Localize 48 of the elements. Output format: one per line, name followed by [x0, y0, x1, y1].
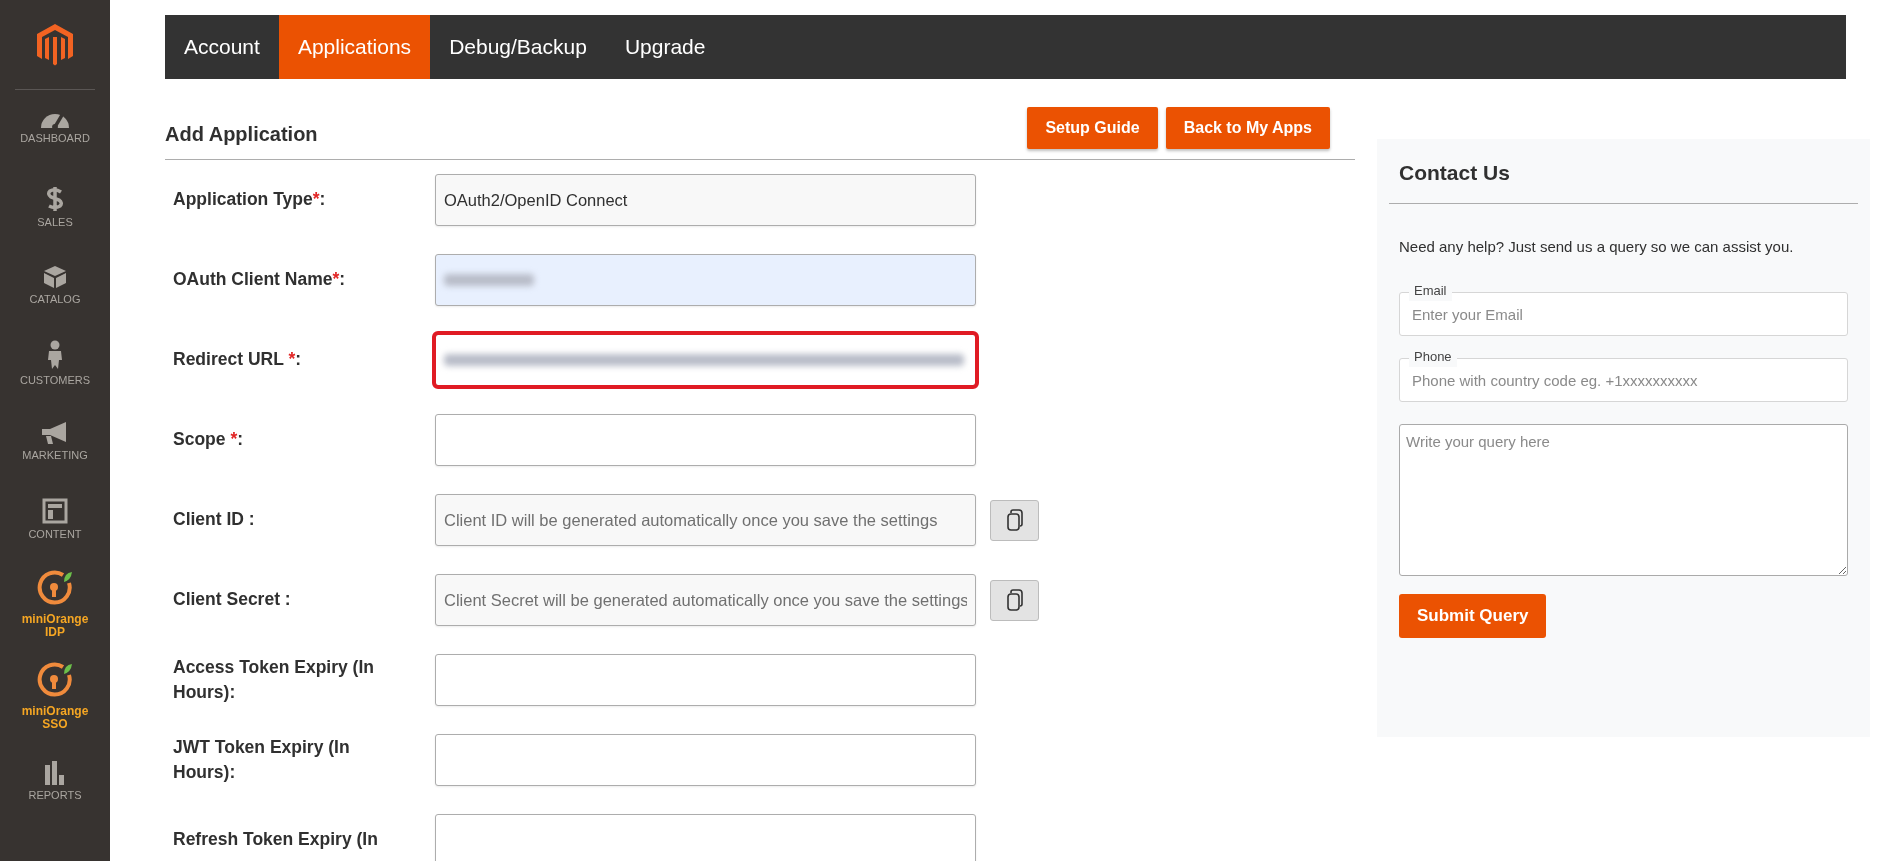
help-text: Need any help? Just send us a query so we can assist you. [1398, 236, 1795, 257]
nav-tab[interactable]: Upgrade [605, 15, 725, 79]
box-icon [43, 264, 67, 289]
sidebar-item-label[interactable]: miniOrange SSO [15, 704, 95, 732]
back-button[interactable]: Back to My Apps [1165, 107, 1330, 149]
copy-button[interactable] [990, 499, 1039, 541]
sidebar-item-label[interactable]: SALES [37, 215, 73, 229]
dollar-icon [46, 185, 64, 212]
field-label: Refresh Token Expiry (In [172, 828, 379, 852]
field-label: Application Type*: [172, 188, 327, 212]
panel-title: Contact Us [1389, 157, 1858, 204]
logo-icon[interactable] [37, 23, 73, 66]
text-field[interactable]: Client ID will be generated automatically once you save the settings [435, 494, 976, 546]
guide-button[interactable]: Setup Guide [1027, 107, 1158, 149]
text-field[interactable] [435, 734, 976, 786]
text-field[interactable] [435, 414, 976, 466]
person-icon [46, 339, 64, 370]
field-label: Redirect URL *: [172, 348, 303, 372]
field-label: JWT Token Expiry (In Hours): [172, 735, 351, 784]
sidebar-item-label[interactable]: DASHBOARD [20, 131, 90, 145]
bar-chart-icon [44, 760, 66, 785]
layout-icon [42, 497, 68, 524]
text-field[interactable] [435, 814, 976, 861]
nav-tab[interactable]: Applications [278, 15, 431, 79]
text-field[interactable] [435, 254, 976, 306]
field-label: Client Secret : [172, 588, 292, 612]
text-field[interactable] [435, 334, 976, 386]
copy-icon [1006, 589, 1023, 611]
form-title: Add Application [165, 122, 318, 147]
field-label: Access Token Expiry (In Hours): [172, 655, 375, 704]
sidebar-item-label[interactable]: CONTENT [28, 527, 82, 541]
text-field[interactable] [435, 654, 976, 706]
copy-icon [1006, 509, 1023, 531]
sidebar-item-label[interactable]: miniOrange IDP [15, 612, 95, 640]
field-label: Scope *: [172, 428, 245, 452]
submit-button[interactable]: Submit Query [1399, 594, 1547, 638]
text-field[interactable]: OAuth2/OpenID Connect [435, 174, 976, 226]
sidebar-item-label[interactable]: CUSTOMERS [19, 373, 91, 387]
copy-button[interactable] [990, 579, 1039, 621]
dashboard-gauge-icon [41, 113, 69, 128]
field-label: OAuth Client Name*: [172, 268, 347, 292]
query-textarea[interactable]: Write your query here [1399, 424, 1848, 576]
field-label: Client ID : [172, 508, 256, 532]
sidebar-item-label[interactable]: CATALOG [29, 292, 81, 306]
sidebar-item-label[interactable]: MARKETING [22, 448, 88, 462]
nav-tab[interactable]: Debug/Backup [430, 15, 606, 79]
nav-tab[interactable]: Account [165, 15, 279, 79]
sidebar-item-label[interactable]: REPORTS [28, 788, 82, 802]
